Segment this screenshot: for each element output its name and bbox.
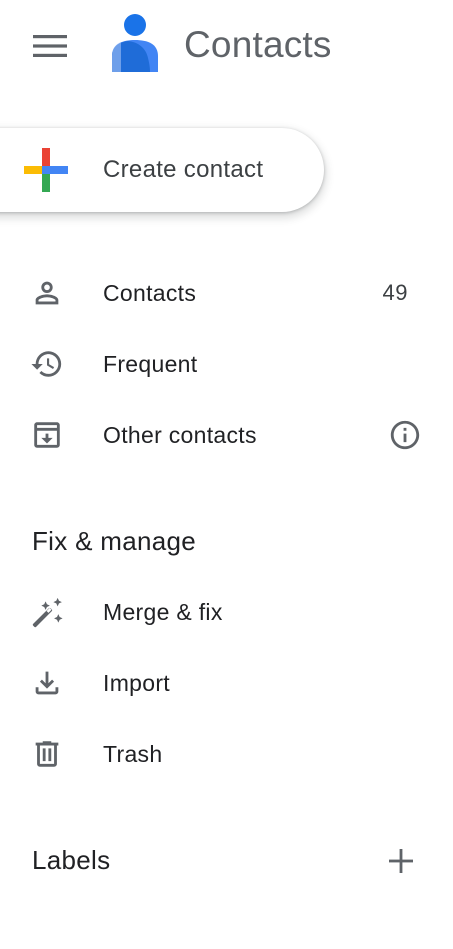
hamburger-menu-icon[interactable]: [26, 22, 74, 70]
trash-icon: [30, 737, 64, 771]
magic-wand-icon: [30, 595, 64, 629]
fix-manage-heading: Fix & manage: [32, 526, 197, 556]
info-icon[interactable]: [388, 418, 422, 452]
nav-item-trash[interactable]: Trash: [0, 724, 453, 784]
person-icon: [30, 276, 64, 310]
create-contact-button[interactable]: Create contact: [0, 128, 324, 212]
create-contact-label: Create contact: [103, 156, 264, 183]
nav-label-other-contacts: Other contacts: [103, 422, 257, 448]
nav-label-contacts: Contacts: [103, 280, 197, 306]
download-icon: [30, 666, 64, 700]
nav-label-frequent: Frequent: [103, 351, 198, 377]
archive-icon: [30, 418, 64, 452]
app-header: Contacts: [0, 0, 453, 100]
nav-label-import: Import: [103, 670, 170, 696]
nav-label-trash: Trash: [103, 741, 163, 767]
contacts-person-icon[interactable]: [104, 12, 166, 76]
history-icon: [30, 347, 64, 381]
nav-item-other-contacts[interactable]: Other contacts: [0, 405, 453, 465]
contacts-count-badge: 49: [382, 280, 408, 305]
nav-item-frequent[interactable]: Frequent: [0, 334, 453, 394]
nav-label-merge-fix: Merge & fix: [103, 599, 223, 625]
multicolor-plus-icon: [24, 148, 68, 192]
nav-item-contacts[interactable]: Contacts 49: [0, 263, 453, 323]
labels-heading: Labels: [32, 845, 111, 875]
nav-item-import[interactable]: Import: [0, 653, 453, 713]
nav-item-merge-fix[interactable]: Merge & fix: [0, 582, 453, 642]
app-title: Contacts: [184, 24, 332, 65]
plus-icon[interactable]: [382, 842, 420, 880]
